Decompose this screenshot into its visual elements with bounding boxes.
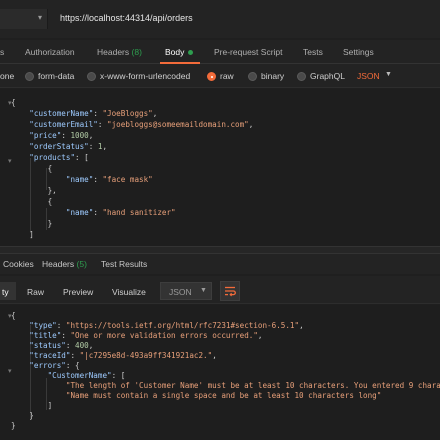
code-line: ] (11, 401, 53, 410)
tab-response-headers-label: Headers (42, 259, 75, 269)
tab-pre-request-script[interactable]: Pre-request Script (214, 47, 283, 57)
radio-form-data[interactable] (25, 72, 34, 81)
tab-params[interactable]: s (0, 47, 4, 57)
body-type-none-label[interactable]: one (0, 71, 14, 81)
view-tab-preview[interactable]: Preview (63, 287, 93, 297)
code-line: "errors": { (29, 361, 80, 370)
tab-authorization[interactable]: Authorization (25, 47, 75, 57)
tab-headers-count: (8) (131, 47, 142, 57)
response-format-label: JSON (169, 287, 192, 297)
pane-splitter[interactable] (0, 246, 440, 254)
code-line: { (11, 197, 53, 206)
code-line: "products": [ (29, 153, 89, 162)
radio-urlencoded[interactable] (87, 72, 96, 81)
code-line: } (11, 411, 34, 420)
code-line: "title": "One or more validation errors … (29, 331, 263, 340)
body-type-form-data-label[interactable]: form-data (38, 71, 74, 81)
code-line: }, (11, 186, 57, 195)
view-tab-visualize[interactable]: Visualize (112, 287, 146, 297)
code-line: "price": 1000, (29, 131, 94, 140)
code-line: "status": 400, (29, 341, 94, 350)
code-line: "CustomerName": [ (47, 371, 126, 380)
code-line: { (11, 98, 16, 107)
code-line: ] (11, 230, 34, 239)
code-line: "The length of 'Customer Name' must be a… (65, 381, 440, 390)
code-line: { (11, 311, 16, 320)
code-line: "name": "hand sanitizer" (65, 208, 176, 217)
code-line: "name": "face mask" (65, 175, 153, 184)
tab-cookies[interactable]: Cookies (3, 259, 34, 269)
tab-body[interactable]: Body (165, 47, 184, 57)
tab-tests[interactable]: Tests (303, 47, 323, 57)
code-line: "orderStatus": 1, (29, 142, 108, 151)
radio-graphql[interactable] (297, 72, 306, 81)
tab-settings[interactable]: Settings (343, 47, 374, 57)
code-line: "Name must contain a single space and be… (65, 391, 382, 400)
tab-test-results[interactable]: Test Results (101, 259, 147, 269)
view-tab-raw[interactable]: Raw (27, 287, 44, 297)
code-line: "type": "https://tools.ietf.org/html/rfc… (29, 321, 304, 330)
view-tab-pretty[interactable]: ty (2, 287, 9, 297)
code-line: "traceId": "|c7295e8d-493a9ff341921ac2."… (29, 351, 217, 360)
chevron-down-icon: ▼ (200, 287, 207, 294)
code-line: "customerEmail": "joebloggs@someemaildom… (29, 120, 254, 129)
body-modified-dot-icon (188, 50, 193, 55)
code-line: { (11, 164, 53, 173)
chevron-down-icon[interactable]: ▼ (385, 71, 392, 78)
tab-response-headers[interactable]: Headers (5) (42, 259, 87, 269)
body-type-urlencoded-label[interactable]: x-www-form-urlencoded (100, 71, 190, 81)
radio-raw[interactable] (207, 72, 216, 81)
radio-binary[interactable] (248, 72, 257, 81)
tab-headers[interactable]: Headers (8) (97, 47, 142, 57)
code-line: "customerName": "JoeBloggs", (29, 109, 158, 118)
body-format-select[interactable]: JSON (357, 71, 380, 81)
wrap-lines-icon (225, 286, 236, 297)
code-line: } (11, 421, 16, 430)
tab-response-headers-count: (5) (76, 259, 87, 269)
code-line: } (11, 219, 53, 228)
body-type-binary-label[interactable]: binary (261, 71, 284, 81)
url-input[interactable]: https://localhost:44314/api/orders (60, 13, 193, 23)
body-type-graphql-label[interactable]: GraphQL (310, 71, 345, 81)
tab-headers-label: Headers (97, 47, 130, 57)
body-type-raw-label[interactable]: raw (220, 71, 234, 81)
chevron-down-icon[interactable]: ▾ (38, 13, 42, 22)
